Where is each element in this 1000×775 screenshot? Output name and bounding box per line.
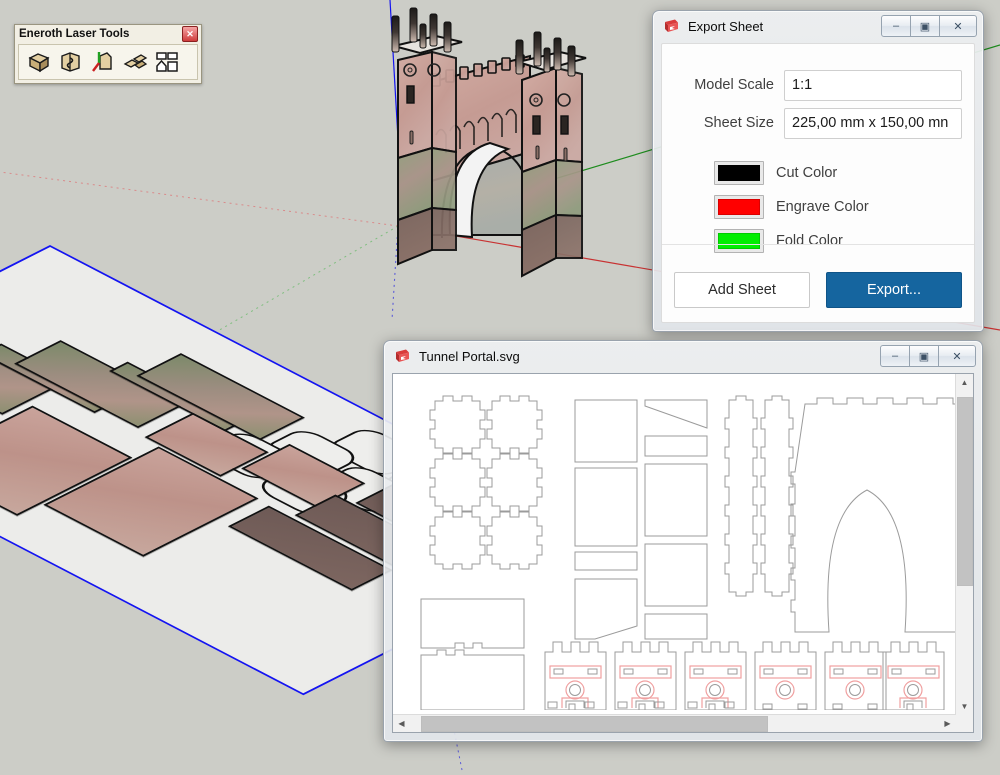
cut-color-swatch[interactable] [714,161,764,185]
sheet-layout-icon[interactable] [154,49,180,75]
fold-color-fill [718,233,760,249]
svg-drawing-canvas[interactable] [393,374,956,715]
engrave-color-label: Engrave Color [776,199,869,215]
svg-viewer-body: ▲ ▼ ◀ ▶ [392,373,974,733]
sheet-size-label: Sheet Size [674,115,784,131]
close-button[interactable]: ✕ [939,15,977,37]
laser-cut-layout [393,374,956,710]
horizontal-scroll-thumb[interactable] [421,716,768,732]
cut-color-fill [718,165,760,181]
export-sheet-dialog[interactable]: Export Sheet – ▣ ✕ Model Scale 1:1 Sheet… [652,10,984,332]
export-dialog-body: Model Scale 1:1 Sheet Size 225,00 mm x 1… [661,43,975,323]
vertical-scrollbar[interactable]: ▲ ▼ [955,374,973,715]
fold-color-swatch[interactable] [714,229,764,253]
engrave-color-swatch[interactable] [714,195,764,219]
unfold-solid-icon[interactable] [26,49,52,75]
axis-fold-icon[interactable] [90,49,116,75]
large-base-panels [421,599,524,710]
portal-geometry [370,0,600,290]
tunnel-portal-model[interactable] [370,0,600,290]
toolbar-title: Eneroth Laser Tools [19,28,129,40]
model-scale-input[interactable]: 1:1 [784,70,962,101]
maximize-button[interactable]: ▣ [910,15,940,37]
export-dialog-titlebar[interactable]: Export Sheet – ▣ ✕ [653,11,983,41]
export-button[interactable]: Export... [826,272,962,308]
notched-strip-group [725,396,793,596]
scroll-up-button[interactable]: ▲ [956,374,973,391]
scroll-right-button[interactable]: ▶ [939,715,956,732]
horizontal-scrollbar[interactable]: ◀ ▶ [393,714,956,732]
model-scale-label: Model Scale [674,77,784,93]
export-dialog-title: Export Sheet [688,19,763,34]
svg-viewer-window[interactable]: Tunnel Portal.svg – ▣ ✕ [383,340,983,742]
sheet-size-input[interactable]: 225,00 mm x 150,00 mn [784,108,962,139]
close-button[interactable]: ✕ [938,345,976,367]
model-scale-row: Model Scale 1:1 [674,66,962,104]
scroll-down-button[interactable]: ▼ [956,698,973,715]
flatten-pieces-icon[interactable] [122,49,148,75]
svg-viewer-title: Tunnel Portal.svg [419,349,520,364]
eneroth-laser-tools-toolbar[interactable]: Eneroth Laser Tools ✕ [14,24,202,84]
tower-face-row [545,642,944,710]
sketchup-icon [394,348,411,365]
tabbed-tile-group [430,396,542,569]
sketchup-icon [663,18,680,35]
minimize-button[interactable]: – [880,345,910,367]
vertical-scroll-thumb[interactable] [957,397,973,586]
engrave-color-fill [718,199,760,215]
cut-color-label: Cut Color [776,165,837,181]
svg-viewer-window-buttons: – ▣ ✕ [881,345,976,367]
sheet-size-row: Sheet Size 225,00 mm x 150,00 mn [674,104,962,142]
dialog-actions: Add Sheet Export... [674,272,962,308]
engrave-color-row: Engrave Color [714,190,962,224]
color-settings: Cut Color Engrave Color Fold Color [714,156,962,258]
fold-color-row: Fold Color [714,224,962,258]
cut-color-row: Cut Color [714,156,962,190]
arch-portal-panel [791,398,956,632]
toolbar-title-bar: Eneroth Laser Tools ✕ [15,25,201,42]
maximize-button[interactable]: ▣ [909,345,939,367]
close-icon[interactable]: ✕ [182,26,198,42]
fold-color-label: Fold Color [776,233,843,249]
wall-panel-group [575,400,707,639]
minimize-button[interactable]: – [881,15,911,37]
scroll-left-button[interactable]: ◀ [393,715,410,732]
fold-solid-icon[interactable] [58,49,84,75]
scrollbar-corner [956,715,973,732]
add-sheet-button[interactable]: Add Sheet [674,272,810,308]
toolbar-buttons [18,44,198,80]
svg-viewer-titlebar[interactable]: Tunnel Portal.svg – ▣ ✕ [384,341,982,371]
export-dialog-window-buttons: – ▣ ✕ [882,15,977,37]
divider [662,244,974,245]
